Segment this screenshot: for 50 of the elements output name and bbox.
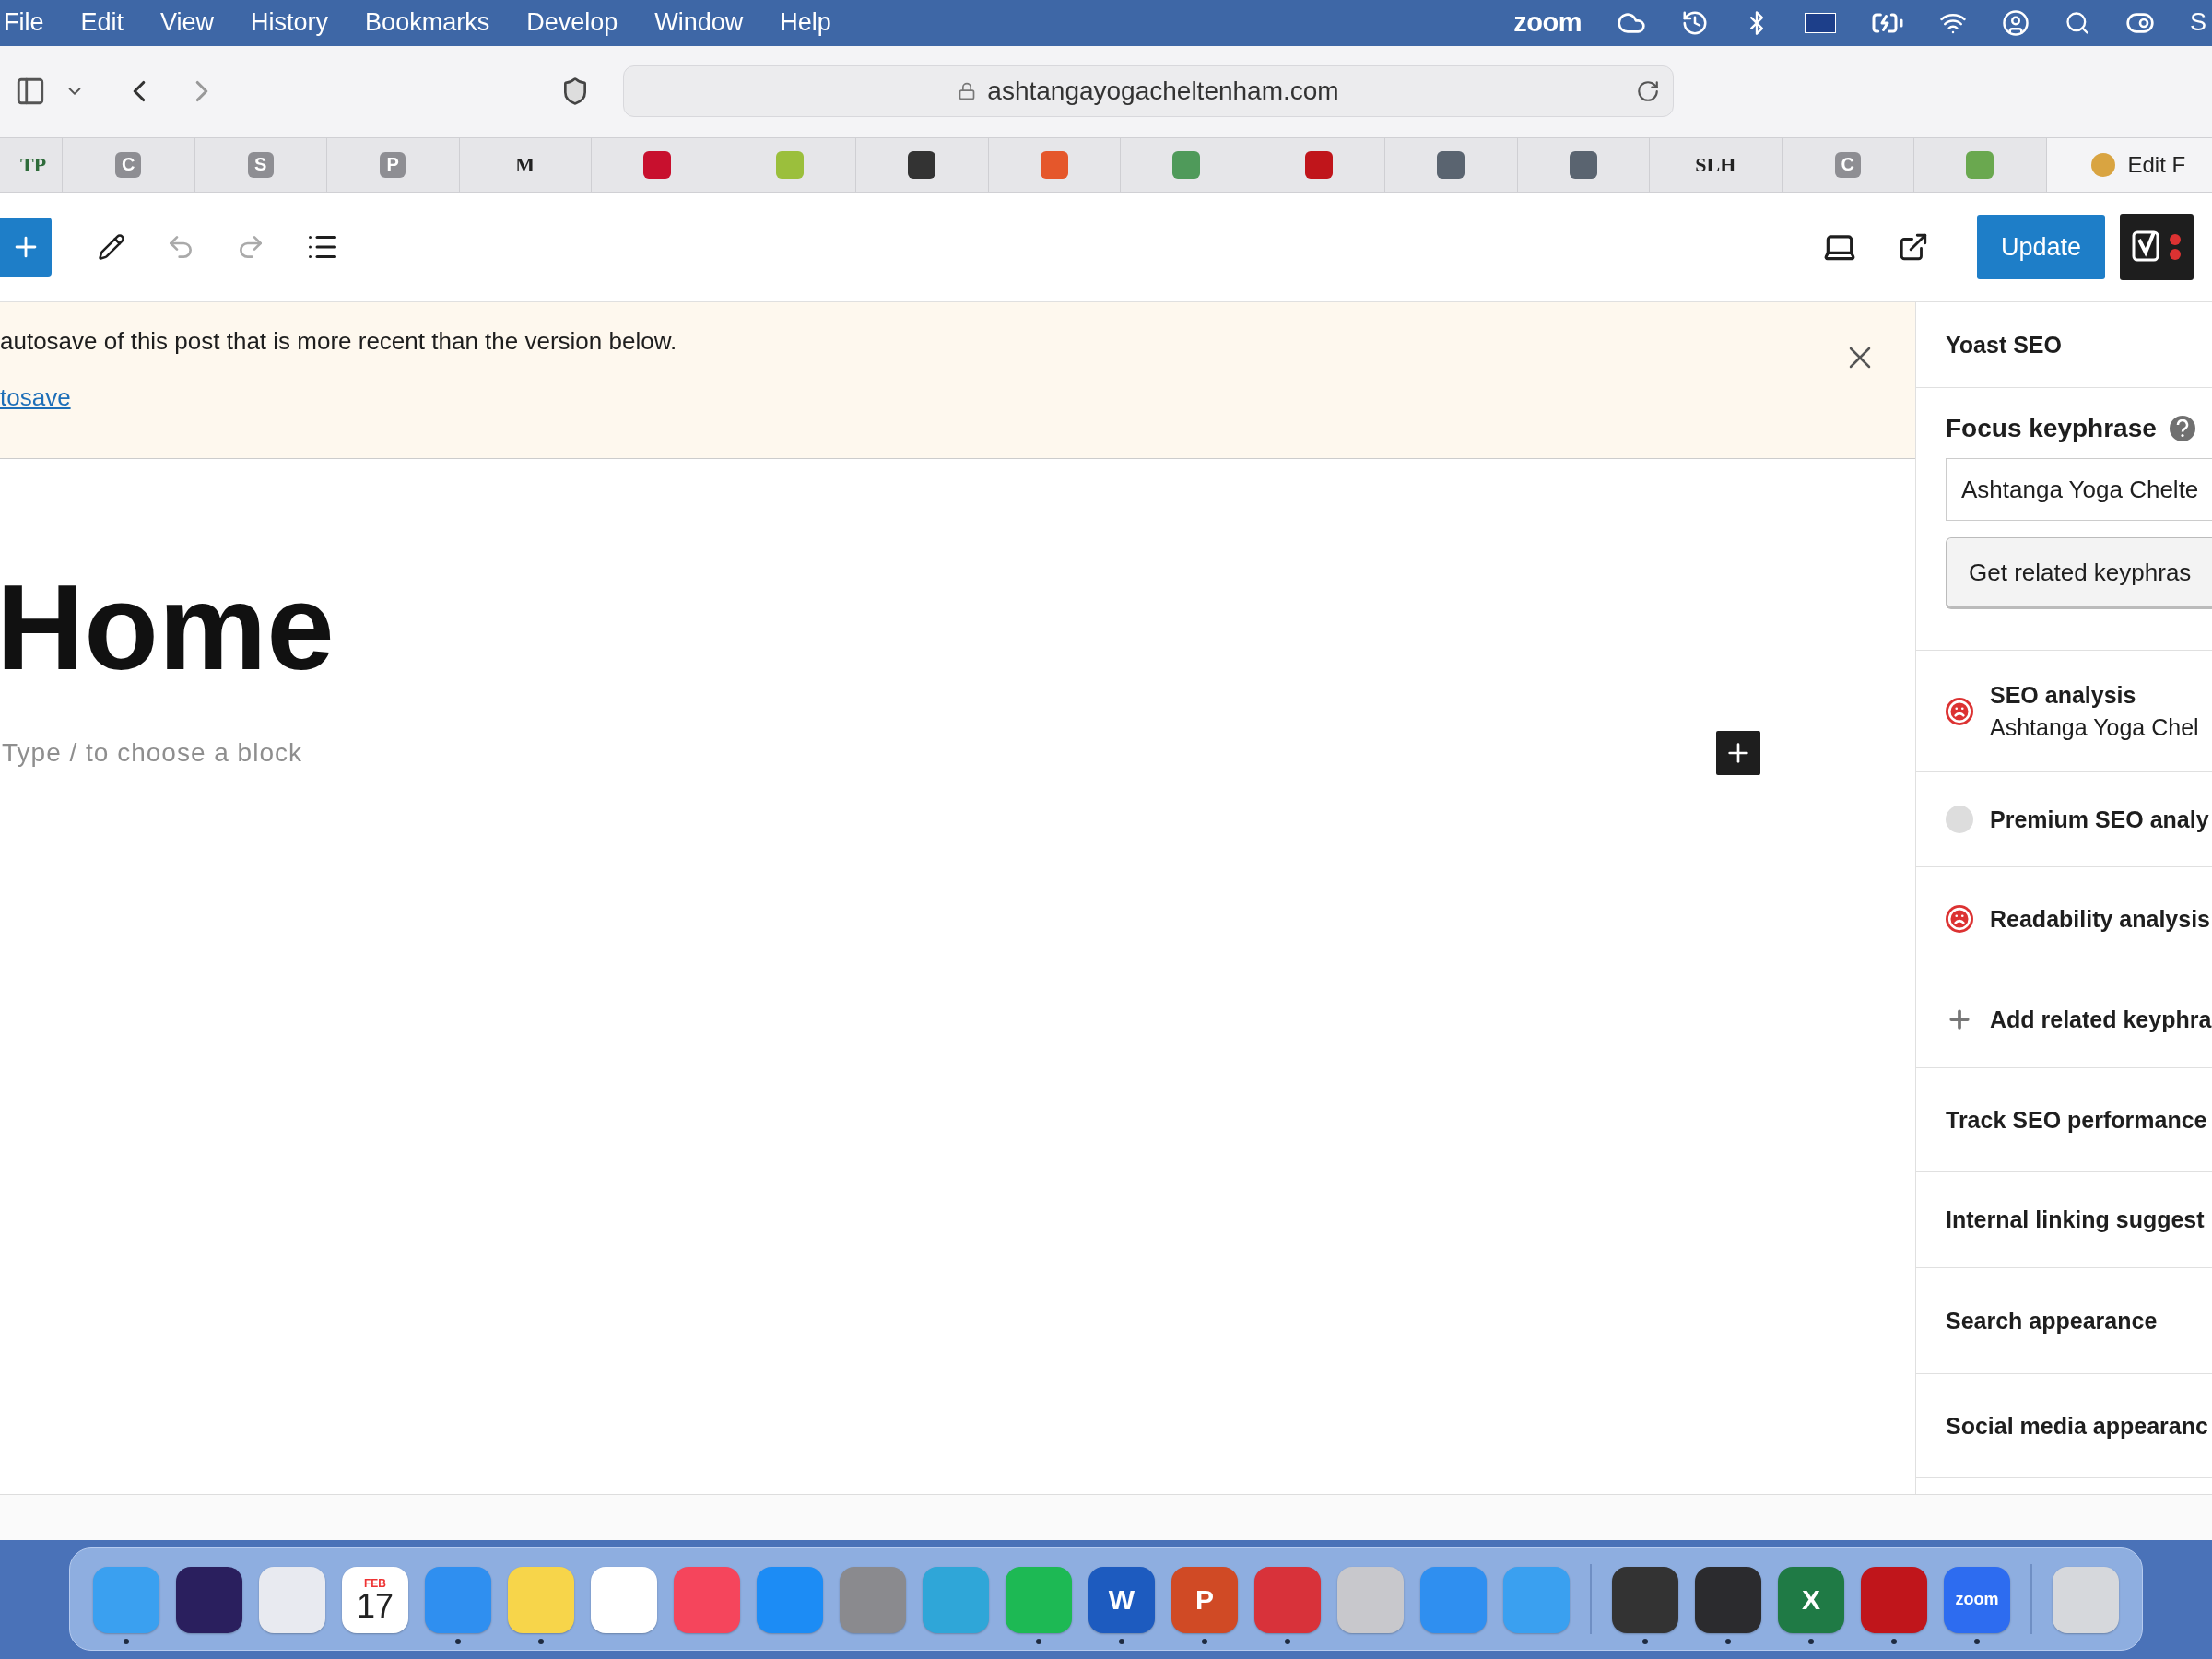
post-title[interactable]: Home	[0, 560, 1915, 695]
pencil-icon[interactable]	[98, 233, 125, 261]
menu-item[interactable]: File	[4, 8, 44, 38]
yoast-button[interactable]	[2120, 214, 2194, 280]
menu-item[interactable]: S	[2190, 8, 2206, 38]
bookmark-badge[interactable]: C	[1834, 152, 1861, 178]
bookmark-label[interactable]: SLH	[1695, 153, 1736, 177]
favicon-icon[interactable]	[908, 151, 936, 179]
bookmark-label[interactable]: TP	[20, 153, 47, 177]
menu-item[interactable]: Develop	[526, 8, 618, 38]
app-icon[interactable]: zoom	[1944, 1566, 2010, 1633]
app-icon[interactable]: P	[1171, 1566, 1238, 1633]
app-icon[interactable]	[1695, 1566, 1761, 1633]
bookmark-badge[interactable]: C	[115, 152, 142, 178]
favicon-icon[interactable]	[1569, 151, 1597, 179]
search-icon[interactable]	[2065, 9, 2090, 36]
menu-item[interactable]: Window	[654, 8, 744, 38]
notice-text: autosave of this post that is more recent than the version below.	[0, 326, 677, 358]
favicon-icon[interactable]	[1437, 151, 1465, 179]
app-icon[interactable]: FEB 17	[342, 1566, 408, 1633]
bookmark-label[interactable]: Edit F	[2127, 152, 2186, 178]
add-block-button[interactable]	[1716, 731, 1760, 776]
reload-icon[interactable]	[1636, 79, 1660, 104]
bookmark-label[interactable]: M	[515, 153, 535, 177]
favicon-icon[interactable]	[643, 151, 672, 179]
user-icon[interactable]	[2002, 8, 2030, 37]
keyphrase-field[interactable]: Ashtanga Yoga Chelte	[1946, 458, 2212, 522]
app-icon[interactable]	[176, 1566, 242, 1633]
app-icon[interactable]	[1612, 1566, 1678, 1633]
field-label: Focus keyphrase	[1946, 414, 2157, 444]
bookmark-badge[interactable]: P	[380, 152, 406, 178]
menu-item[interactable]: View	[160, 8, 215, 38]
bookmark-badge[interactable]: S	[247, 152, 274, 178]
help-icon[interactable]	[2169, 416, 2195, 442]
lock-icon	[958, 82, 977, 101]
menu-item[interactable]: Edit	[80, 8, 124, 38]
sidebar-title: Yoast SEO	[1916, 302, 2212, 389]
related-keyphrases-button[interactable]: Get related keyphras	[1946, 537, 2212, 608]
menu-item[interactable]: Bookmarks	[365, 8, 490, 38]
app-icon[interactable]: X	[1778, 1566, 1844, 1633]
favicon-icon[interactable]	[1304, 151, 1333, 179]
zoom-status-item[interactable]: zoom	[1513, 7, 1582, 39]
app-icon[interactable]	[1861, 1566, 1927, 1633]
update-button[interactable]: Update	[1976, 215, 2105, 279]
notice-link[interactable]: tosave	[0, 383, 71, 413]
paragraph-field[interactable]: Type / to choose a block	[2, 738, 1716, 769]
address-field[interactable]: ashtangayogacheltenham.com	[623, 65, 1674, 118]
menu-item[interactable]: History	[251, 8, 329, 38]
app-icon[interactable]: W	[1088, 1566, 1155, 1633]
menu-item[interactable]: Help	[780, 8, 831, 38]
